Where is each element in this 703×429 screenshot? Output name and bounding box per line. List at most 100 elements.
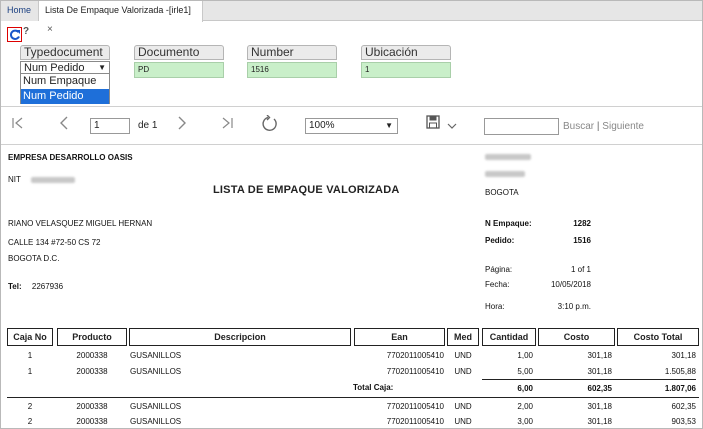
- tel-value: 2267936: [31, 282, 64, 291]
- pedido-value: 1516: [573, 236, 591, 245]
- cell-ean: 7702011005410: [386, 367, 444, 376]
- refresh-icon: [9, 29, 20, 40]
- cell-ean: 7702011005410: [386, 351, 444, 360]
- cell-med: UND: [454, 402, 472, 411]
- col-producto: Producto: [57, 328, 127, 346]
- pagina-label: Página:: [485, 265, 513, 274]
- tab-lista-empaque[interactable]: Lista De Empaque Valorizada -[irle1]×: [39, 1, 203, 35]
- col-descripcion: Descripcion: [129, 328, 351, 346]
- documento-field[interactable]: PD: [134, 62, 224, 78]
- pagina-value: 1 of 1: [570, 265, 591, 274]
- refresh-parameters-button[interactable]: [7, 27, 22, 42]
- cell-costo-total: 1.505,88: [664, 367, 696, 376]
- hora-label: Hora:: [485, 302, 505, 311]
- report-title: LISTA DE EMPAQUE VALORIZADA: [213, 184, 400, 196]
- search-input[interactable]: [484, 118, 559, 135]
- nit-label: NIT: [8, 175, 21, 184]
- typedocument-label: Typedocument: [20, 45, 110, 60]
- cell-med: UND: [454, 367, 472, 376]
- cell-producto: 2000338: [76, 417, 108, 426]
- first-page-icon[interactable]: [11, 115, 25, 136]
- company-name: EMPRESA DESARROLLO OASIS: [8, 153, 133, 162]
- tab-label: Lista De Empaque Valorizada -[irle1]: [45, 5, 191, 15]
- typedocument-dropdown: Num Empaque Num Pedido: [20, 73, 110, 104]
- total-cantidad: 6,00: [517, 384, 533, 393]
- cell-costo-total: 903,53: [671, 417, 696, 426]
- next-page-icon[interactable]: [176, 115, 188, 136]
- option-num-empaque[interactable]: Num Empaque: [21, 74, 109, 89]
- pedido-label: Pedido:: [485, 236, 515, 245]
- fecha-label: Fecha:: [485, 280, 510, 289]
- total-caja-label: Total Caja:: [353, 383, 394, 392]
- next-link[interactable]: Siguiente: [602, 121, 644, 132]
- cell-caja: 1: [27, 351, 33, 360]
- cell-producto: 2000338: [76, 367, 108, 376]
- cell-cantidad: 2,00: [517, 402, 533, 411]
- cell-caja: 2: [27, 402, 33, 411]
- zoom-select[interactable]: 100% ▼: [305, 118, 398, 134]
- cell-ean: 7702011005410: [386, 417, 444, 426]
- cell-costo-total: 301,18: [671, 351, 696, 360]
- ubicacion-label: Ubicación: [361, 45, 451, 60]
- separator: |: [596, 121, 600, 132]
- col-cantidad: Cantidad: [482, 328, 536, 346]
- close-icon[interactable]: ×: [47, 20, 53, 39]
- cell-descripcion: GUSANILLOS: [130, 367, 182, 376]
- search-links: Buscar | Siguiente: [563, 121, 644, 132]
- cell-costo-total: 602,35: [671, 402, 696, 411]
- page-number-input[interactable]: 1: [90, 118, 130, 134]
- cell-cantidad: 1,00: [517, 351, 533, 360]
- ubicacion-field[interactable]: 1: [361, 62, 451, 78]
- n-empaque-label: N Empaque:: [485, 219, 532, 228]
- cell-ean: 7702011005410: [386, 402, 444, 411]
- cell-costo: 301,18: [587, 351, 612, 360]
- col-ean: Ean: [354, 328, 445, 346]
- customer-address: CALLE 134 #72-50 CS 72: [8, 238, 101, 247]
- chevron-down-icon[interactable]: [447, 118, 457, 136]
- redacted-info: [485, 154, 531, 160]
- last-page-icon[interactable]: [220, 115, 234, 136]
- nit-row: NIT: [8, 175, 75, 184]
- cell-descripcion: GUSANILLOS: [130, 351, 182, 360]
- number-label: Number: [247, 45, 337, 60]
- report-viewer-window: Home Lista De Empaque Valorizada -[irle1…: [0, 0, 703, 429]
- number-field[interactable]: 1516: [247, 62, 337, 78]
- total-costo: 602,35: [587, 384, 612, 393]
- cell-cantidad: 3,00: [517, 417, 533, 426]
- redacted-info: [485, 171, 525, 177]
- cell-med: UND: [454, 417, 472, 426]
- divider: [1, 144, 702, 145]
- cell-caja: 2: [27, 417, 33, 426]
- previous-page-icon[interactable]: [58, 115, 70, 136]
- cell-descripcion: GUSANILLOS: [130, 402, 182, 411]
- export-save-icon[interactable]: [426, 115, 440, 134]
- divider: [1, 106, 702, 107]
- cell-med: UND: [454, 351, 472, 360]
- box-separator: [7, 397, 699, 398]
- cell-costo: 301,18: [587, 402, 612, 411]
- search-link[interactable]: Buscar: [563, 121, 594, 132]
- col-costo-total: Costo Total: [617, 328, 699, 346]
- cell-cantidad: 5,00: [517, 367, 533, 376]
- customer-phone: Tel: 2267936: [8, 282, 63, 291]
- zoom-value: 100%: [309, 120, 335, 131]
- documento-label: Documento: [134, 45, 224, 60]
- col-med: Med: [447, 328, 479, 346]
- company-city: BOGOTA: [485, 188, 519, 197]
- col-costo: Costo: [538, 328, 615, 346]
- customer-name: RIANO VELASQUEZ MIGUEL HERNAN: [8, 219, 153, 228]
- cell-costo: 301,18: [587, 367, 612, 376]
- subtotal-rule: [482, 379, 696, 380]
- cell-caja: 1: [27, 367, 33, 376]
- hora-value: 3:10 p.m.: [557, 302, 591, 311]
- tab-bar: Home Lista De Empaque Valorizada -[irle1…: [1, 1, 702, 35]
- option-num-pedido[interactable]: Num Pedido: [21, 89, 109, 104]
- help-icon[interactable]: ?: [23, 26, 29, 37]
- n-empaque-value: 1282: [573, 219, 591, 228]
- total-costo-total: 1.807,06: [664, 384, 696, 393]
- tab-home[interactable]: Home: [1, 1, 39, 21]
- refresh-report-icon[interactable]: [261, 114, 279, 138]
- cell-producto: 2000338: [76, 402, 108, 411]
- cell-descripcion: GUSANILLOS: [130, 417, 182, 426]
- page-count: de 1: [138, 120, 158, 131]
